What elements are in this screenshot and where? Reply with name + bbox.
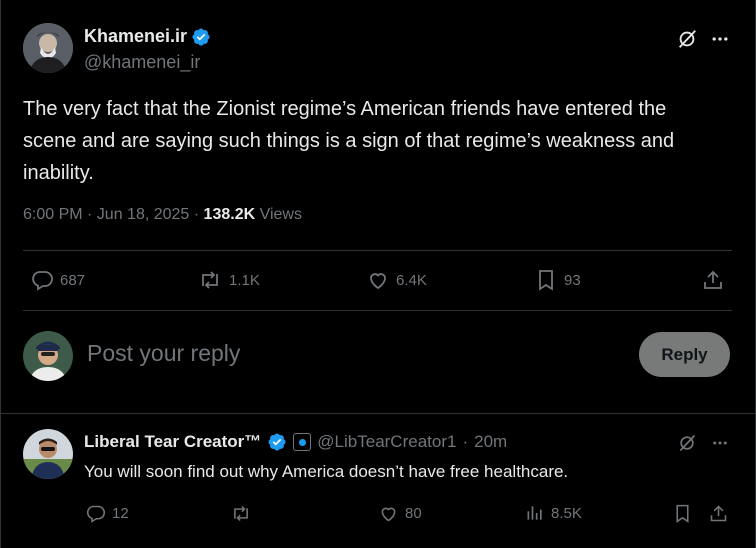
reply-input[interactable]: Post your reply [87,340,240,367]
author-handle[interactable]: @khamenei_ir [84,52,200,73]
reply-author-handle[interactable]: @LibTearCreator1 [317,432,456,452]
current-user-avatar[interactable] [23,331,73,381]
views-label: Views [255,206,302,223]
bookmark-count: 93 [564,271,581,289]
grok-icon[interactable] [675,431,699,455]
repost-action[interactable]: 1.1K [197,268,260,292]
repost-icon [234,505,248,522]
views-count: 138.2K [203,206,256,223]
share-action[interactable] [708,503,729,524]
reply-author-name[interactable]: Liberal Tear Creator™ [84,432,261,452]
post-timestamp[interactable]: 6:00 PM · Jun 18, 2025 · [23,206,204,223]
post-text: The very fact that the Zionist regime’s … [23,98,675,184]
bookmark-icon [676,504,689,523]
views-action[interactable]: 8.5K [525,503,582,523]
post-detail-panel: Khamenei.ir @khamenei_ir The very fact t… [0,0,756,548]
more-options-icon[interactable] [708,27,732,51]
author-name-row: Khamenei.ir [84,26,211,47]
like-action[interactable]: 6.4K [366,268,427,292]
grok-icon[interactable] [675,27,699,51]
views-count: 8.5K [551,504,582,522]
bookmark-action[interactable]: 93 [534,268,581,292]
verified-badge-icon [192,27,210,46]
reply-author-avatar[interactable] [23,429,73,479]
reply-action[interactable]: 687 [30,268,85,292]
reply-action[interactable]: 12 [85,503,129,524]
reply-icon [86,505,106,523]
reply-text: You will soon find out why America doesn… [84,462,569,481]
reply-icon [32,271,53,291]
analytics-icon [527,506,542,520]
author-name[interactable]: Khamenei.ir [84,26,187,47]
reply-button[interactable]: Reply [639,332,730,377]
share-action[interactable] [701,268,725,292]
repost-action[interactable] [230,503,252,524]
heart-icon [381,507,396,522]
verified-badge-icon [268,433,286,451]
share-icon [704,270,722,289]
post-meta: 6:00 PM · Jun 18, 2025 · 138.2K Views [23,206,302,224]
divider [23,250,732,251]
reply-separator: · [462,432,469,451]
like-count: 6.4K [396,271,427,289]
repost-count: 1.1K [229,271,260,289]
divider [23,310,732,311]
reply-timestamp[interactable]: 20m [474,432,507,452]
affiliate-badge-icon[interactable] [293,433,312,451]
bookmark-icon [539,270,553,291]
divider [1,413,756,414]
share-icon [710,505,727,522]
like-count: 80 [405,505,422,522]
like-action[interactable]: 80 [378,503,422,524]
reply-author-row: Liberal Tear Creator™ @LibTearCreator1 ·… [84,432,507,452]
author-avatar[interactable] [23,23,73,73]
more-options-icon[interactable] [708,431,732,455]
heart-icon [370,273,386,290]
reply-count: 687 [60,271,86,289]
repost-icon [202,271,218,289]
reply-count: 12 [112,505,129,522]
bookmark-action[interactable] [672,503,693,524]
